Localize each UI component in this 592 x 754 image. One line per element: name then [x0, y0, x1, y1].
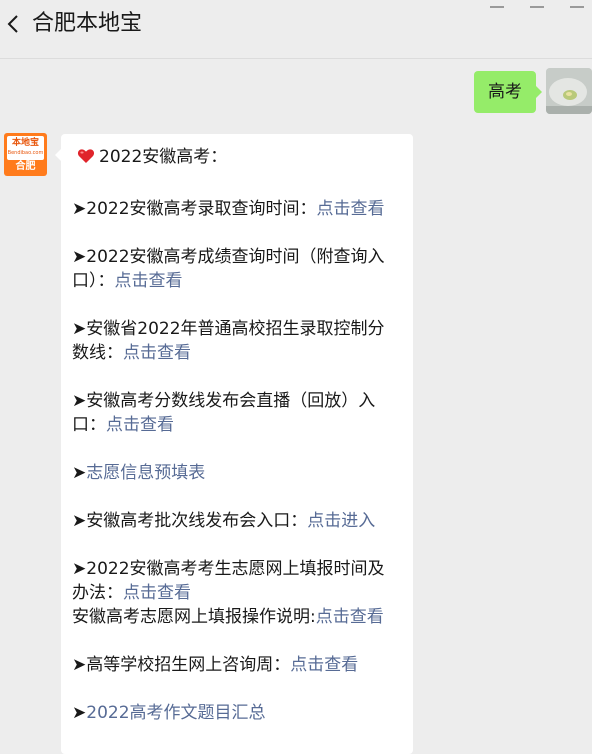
- list-item: ➤安徽高考批次线发布会入口：点击进入: [72, 509, 408, 533]
- intro-line: 2022安徽高考：: [72, 145, 408, 169]
- item-link[interactable]: 点击查看: [316, 607, 384, 627]
- chat-header: 合肥本地宝: [0, 0, 592, 59]
- arrow-icon: ➤: [72, 559, 87, 579]
- item-link[interactable]: 2022高考作文题目汇总: [86, 703, 265, 723]
- arrow-icon: ➤: [72, 319, 87, 339]
- arrow-icon: ➤: [72, 655, 87, 675]
- list-item-continued: 数线：点击查看: [72, 341, 408, 365]
- item-text: 2022安徽高考考生志愿网上填报时间及: [86, 559, 385, 579]
- arrow-icon: ➤: [72, 391, 87, 411]
- item-link[interactable]: 点击查看: [115, 271, 183, 291]
- item-text: 办法：: [72, 583, 123, 603]
- item-link[interactable]: 点击查看: [123, 343, 191, 363]
- logo-city: 合肥: [15, 161, 36, 172]
- list-item: ➤安徽高考分数线发布会直播（回放）入: [72, 389, 408, 413]
- arrow-icon: ➤: [72, 703, 87, 723]
- item-link[interactable]: 点击进入: [307, 511, 375, 531]
- chat-title: 合肥本地宝: [32, 11, 143, 36]
- item-text: 安徽高考分数线发布会直播（回放）入: [86, 391, 376, 411]
- list-item-continued: 安徽高考志愿网上填报操作说明:点击查看: [72, 605, 408, 629]
- item-text: 口）：: [72, 271, 115, 291]
- item-link[interactable]: 点击查看: [290, 655, 358, 675]
- item-text: 高等学校招生网上咨询周：: [86, 655, 291, 675]
- outgoing-message-row: 高考: [392, 68, 592, 114]
- item-text: 安徽高考批次线发布会入口：: [86, 511, 308, 531]
- list-item-continued: 办法：点击查看: [72, 581, 408, 605]
- list-item: ➤2022安徽高考成绩查询时间（附查询入: [72, 245, 408, 269]
- pin-icon[interactable]: [490, 0, 504, 8]
- arrow-icon: ➤: [72, 463, 87, 483]
- list-item: ➤安徽省2022年普通高校招生录取控制分: [72, 317, 408, 341]
- intro-text: 2022安徽高考：: [99, 147, 228, 167]
- item-text: 数线：: [72, 343, 123, 363]
- item-link[interactable]: 点击查看: [106, 415, 174, 435]
- logo-word: 本地宝: [11, 138, 39, 148]
- list-item: ➤2022高考作文题目汇总: [72, 701, 408, 725]
- window-controls: [490, 0, 584, 8]
- arrow-icon: ➤: [72, 247, 87, 267]
- item-text: 安徽高考志愿网上填报操作说明:: [72, 607, 316, 627]
- list-item: ➤2022安徽高考考生志愿网上填报时间及: [72, 557, 408, 581]
- outgoing-message-bubble[interactable]: 高考: [474, 71, 542, 113]
- arrow-icon: ➤: [72, 199, 87, 219]
- list-item-continued: 口）：点击查看: [72, 269, 408, 293]
- back-chevron-icon[interactable]: [4, 12, 24, 36]
- list-item: ➤高等学校招生网上咨询周：点击查看: [72, 653, 408, 677]
- close-icon[interactable]: [570, 0, 584, 8]
- logo-site: Bendibao.com: [7, 150, 44, 156]
- item-link[interactable]: 点击查看: [123, 583, 191, 603]
- item-text: 安徽省2022年普通高校招生录取控制分: [86, 319, 385, 339]
- item-text: 口：: [72, 415, 106, 435]
- arrow-icon: ➤: [72, 511, 87, 531]
- list-item: ➤志愿信息预填表: [72, 461, 408, 485]
- incoming-message-bubble: 2022安徽高考： ➤2022安徽高考录取查询时间：点击查看 ➤2022安徽高考…: [55, 134, 413, 754]
- item-link[interactable]: 志愿信息预填表: [86, 463, 205, 483]
- item-text: 2022安徽高考成绩查询时间（附查询入: [86, 247, 385, 267]
- logo-plate: 本地宝 Bendibao.com: [7, 136, 44, 160]
- item-text: 2022安徽高考录取查询时间：: [86, 199, 317, 219]
- list-item: ➤2022安徽高考录取查询时间：点击查看: [72, 197, 408, 221]
- minimize-icon[interactable]: [530, 0, 544, 8]
- heart-icon: [77, 147, 95, 165]
- official-account-avatar[interactable]: 本地宝 Bendibao.com 合肥: [4, 133, 47, 176]
- list-item-continued: 口：点击查看: [72, 413, 408, 437]
- user-avatar[interactable]: [546, 68, 592, 114]
- item-link[interactable]: 点击查看: [317, 199, 385, 219]
